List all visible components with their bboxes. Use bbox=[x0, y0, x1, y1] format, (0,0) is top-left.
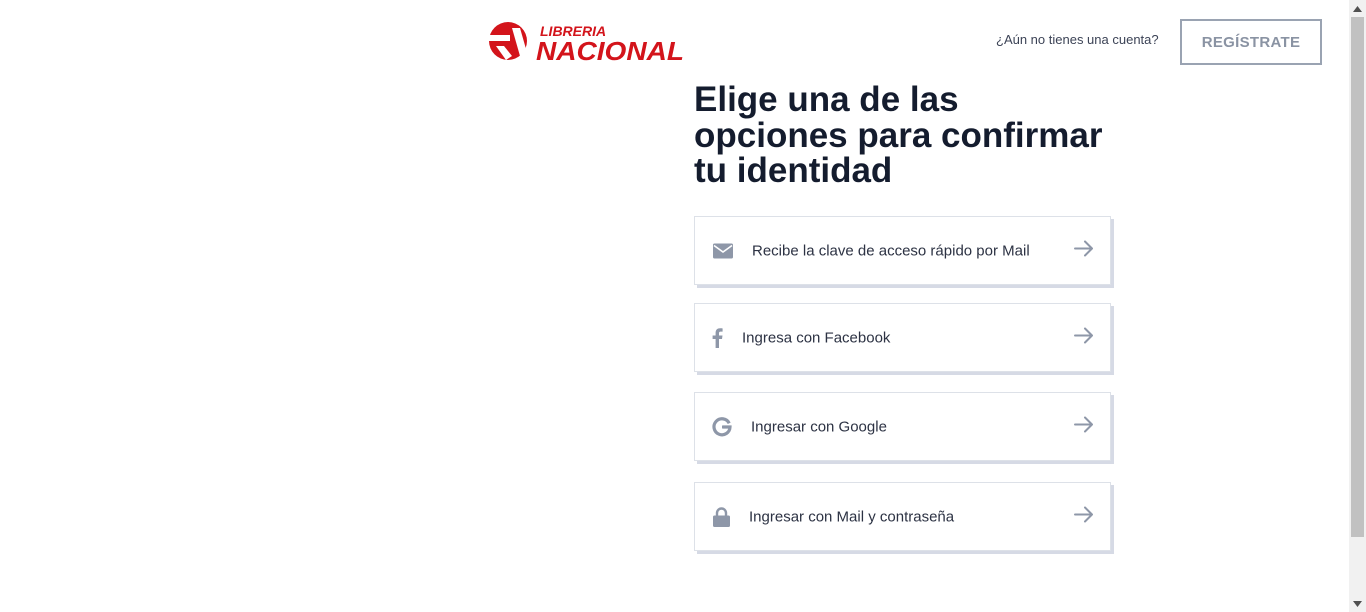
mail-password-login-option[interactable]: Ingresar con Mail y contraseña bbox=[694, 482, 1111, 551]
logo-main-text: NACIONAL bbox=[536, 36, 684, 64]
arrow-right-icon bbox=[1074, 240, 1094, 261]
google-login-option[interactable]: Ingresar con Google bbox=[694, 392, 1111, 461]
account-question: ¿Aún no tienes una cuenta? bbox=[996, 32, 1159, 47]
scroll-up-icon[interactable] bbox=[1349, 0, 1366, 17]
mail-icon bbox=[713, 243, 733, 258]
register-button[interactable]: REGÍSTRATE bbox=[1180, 19, 1322, 65]
facebook-login-option[interactable]: Ingresa con Facebook bbox=[694, 303, 1111, 372]
option-label: Ingresa con Facebook bbox=[742, 329, 891, 346]
logo-graphic: LIBRERIA NACIONAL bbox=[488, 22, 684, 64]
facebook-icon bbox=[712, 327, 723, 348]
vertical-scrollbar[interactable] bbox=[1349, 0, 1366, 612]
arrow-right-icon bbox=[1074, 416, 1094, 437]
scrollbar-thumb[interactable] bbox=[1351, 17, 1364, 537]
page-title: Elige una de las opciones para confirmar… bbox=[694, 80, 1103, 190]
option-label: Ingresar con Mail y contraseña bbox=[749, 508, 955, 525]
option-label: Ingresar con Google bbox=[751, 418, 887, 435]
libreria-nacional-logo[interactable]: LIBRERIA NACIONAL bbox=[482, 20, 686, 64]
scroll-down-icon[interactable] bbox=[1349, 595, 1366, 612]
lock-icon bbox=[713, 506, 730, 527]
arrow-right-icon bbox=[1074, 506, 1094, 527]
mail-quick-access-option[interactable]: Recibe la clave de acceso rápido por Mai… bbox=[694, 216, 1111, 285]
arrow-right-icon bbox=[1074, 327, 1094, 348]
option-label: Recibe la clave de acceso rápido por Mai… bbox=[752, 242, 1030, 259]
google-icon bbox=[712, 416, 732, 437]
